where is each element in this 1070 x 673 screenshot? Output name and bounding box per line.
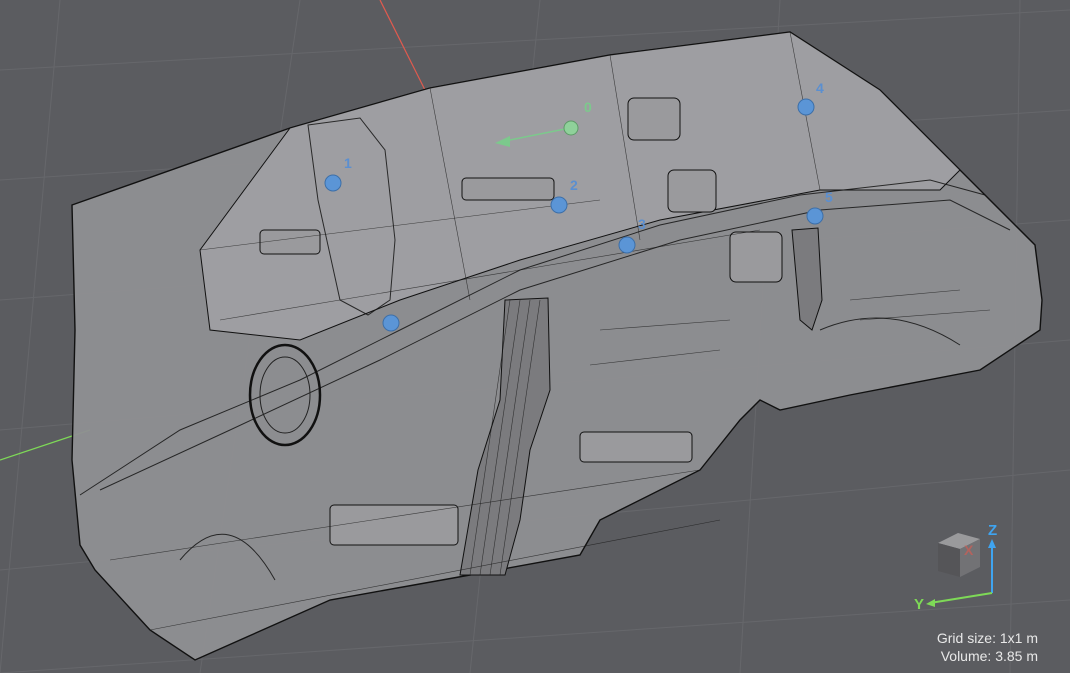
marker-label: 5 [825, 189, 833, 205]
marker-dot[interactable] [618, 236, 636, 254]
marker-label: 2 [570, 177, 578, 193]
marker-label: 0 [584, 99, 592, 115]
marker-dot[interactable] [324, 174, 342, 192]
marker-dot[interactable] [550, 196, 568, 214]
3d-viewport[interactable]: 0 1 2 3 4 5 Z Y X Grid size: 1x1 m Volum… [0, 0, 1070, 673]
gizmo-label-x: X [964, 542, 974, 558]
marker-label: 4 [816, 80, 824, 96]
gizmo-label-y: Y [914, 596, 924, 610]
car-model[interactable] [71, 31, 1043, 661]
origin-marker-dot[interactable] [563, 120, 579, 136]
orientation-gizmo[interactable]: Z Y X [900, 515, 1010, 610]
marker-dot[interactable] [382, 314, 400, 332]
marker-label: 3 [638, 216, 646, 232]
marker-dot[interactable] [806, 207, 824, 225]
world-axis-x [379, 0, 426, 91]
marker-dot[interactable] [797, 98, 815, 116]
gizmo-axis-y [929, 592, 993, 604]
gizmo-label-z: Z [988, 522, 997, 539]
scene-info: Grid size: 1x1 m Volume: 3.85 m [937, 629, 1038, 665]
marker-extra[interactable] [382, 314, 400, 332]
marker-label: 1 [344, 155, 352, 171]
grid-size-label: Grid size: 1x1 m [936, 630, 1038, 646]
volume-label: Volume: 3.85 m [940, 648, 1038, 664]
